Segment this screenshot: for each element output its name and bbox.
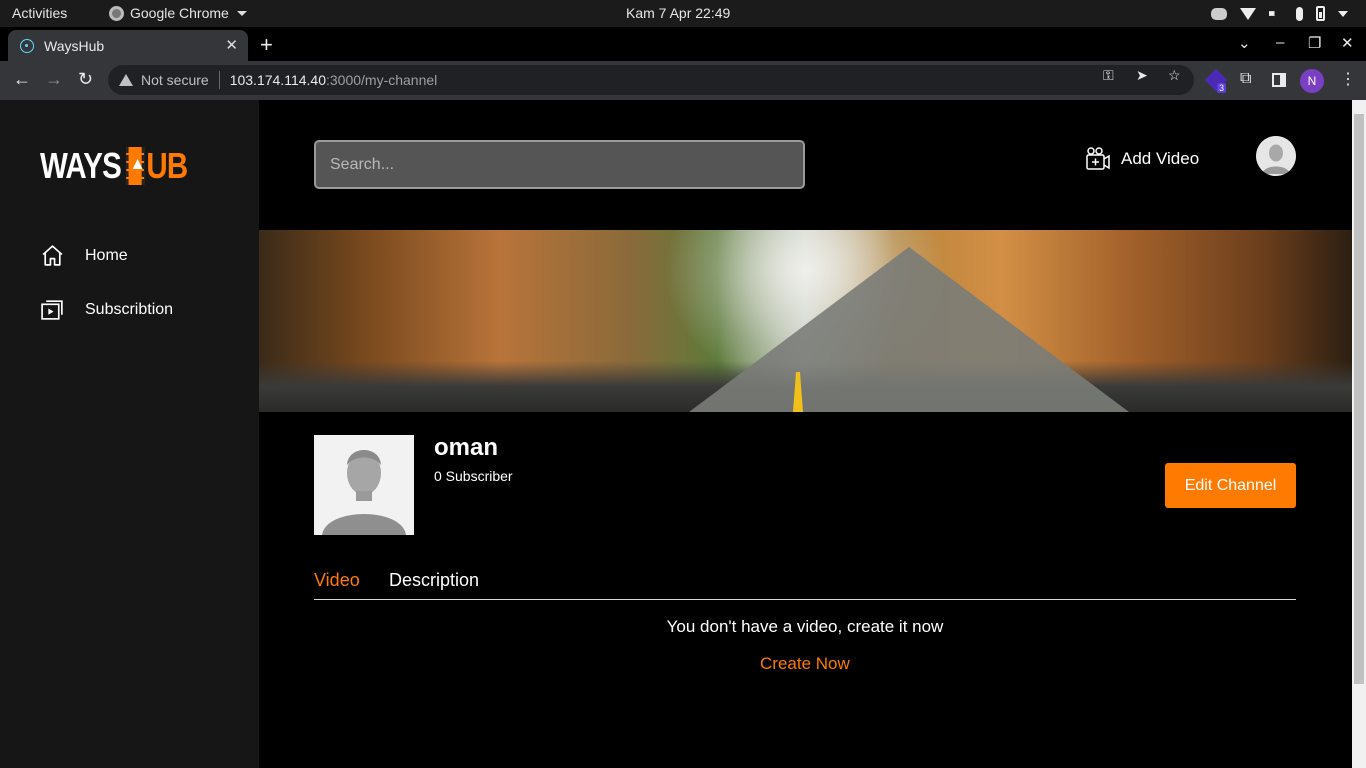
extension-badge: 3 [1217, 83, 1227, 93]
wifi-icon [1240, 7, 1256, 20]
video-camera-add-icon [1086, 147, 1110, 170]
sidebar-item-subscription[interactable]: Subscribtion [40, 297, 173, 322]
channel-banner [259, 230, 1352, 412]
app-menu[interactable]: Google Chrome [109, 5, 247, 21]
battery-icon [1316, 6, 1325, 21]
reload-icon[interactable]: ↻ [78, 69, 93, 90]
send-icon[interactable]: ➤ [1136, 67, 1148, 84]
tab-strip: WaysHub ✕ + ⌄ – ❐ ✕ [0, 27, 1366, 61]
avatar-placeholder-icon [314, 435, 414, 535]
restore-icon[interactable]: ❐ [1308, 34, 1321, 52]
browser-toolbar: ← → ↻ Not secure 103.174.114.40 :3000/my… [0, 61, 1366, 100]
sidebar-item-label: Subscribtion [85, 300, 174, 318]
url-host: 103.174.114.40 [229, 72, 326, 88]
minimize-icon[interactable]: – [1276, 34, 1284, 51]
activities-button[interactable]: Activities [12, 5, 67, 21]
logo-text-right: UB [146, 145, 188, 186]
browser-tab[interactable]: WaysHub ✕ [8, 30, 248, 61]
chevron-down-icon [236, 10, 247, 16]
discord-icon[interactable] [1211, 7, 1227, 20]
close-window-icon[interactable]: ✕ [1341, 34, 1354, 52]
react-favicon-icon [20, 38, 34, 53]
chrome-icon [109, 5, 124, 21]
banner-road [689, 247, 1129, 412]
bookmark-star-icon[interactable]: ☆ [1168, 67, 1181, 84]
header: Add Video [259, 100, 1352, 230]
warning-icon[interactable] [119, 74, 133, 86]
channel-avatar [314, 435, 414, 535]
subscription-icon [41, 300, 63, 320]
side-panel-icon[interactable] [1272, 73, 1286, 87]
search-input[interactable] [314, 140, 805, 189]
tab-title: WaysHub [44, 37, 105, 54]
channel-name: oman [434, 434, 499, 461]
more-menu-icon[interactable]: ⋮ [1340, 69, 1356, 89]
page: WAYS UB Home Subscribtion Search... Add … [0, 100, 1352, 768]
url-path: :3000/my-channel [325, 72, 438, 88]
volume-icon [1269, 7, 1279, 20]
tab-video[interactable]: Video [314, 570, 360, 591]
tab-description[interactable]: Description [389, 570, 479, 591]
add-video-label: Add Video [1121, 149, 1200, 168]
forward-icon[interactable]: → [45, 69, 63, 90]
avatar-placeholder-icon [1256, 136, 1296, 176]
system-top-bar: Activities Google Chrome Kam 7 Apr 22:49 [0, 0, 1366, 27]
microphone-icon [1296, 6, 1303, 21]
close-tab-icon[interactable]: ✕ [225, 36, 238, 54]
create-now-link[interactable]: Create Now [760, 654, 850, 674]
back-icon[interactable]: ← [13, 69, 31, 90]
sidebar: WAYS UB Home Subscribtion [0, 100, 259, 768]
home-icon [42, 245, 63, 266]
profile-avatar[interactable]: N [1300, 69, 1324, 93]
empty-state-message: You don't have a video, create it now [666, 617, 944, 636]
tab-search-icon[interactable]: ⌄ [1238, 34, 1251, 52]
system-tray[interactable] [1211, 4, 1348, 23]
new-tab-icon[interactable]: + [260, 32, 273, 58]
add-video-button[interactable]: Add Video [1085, 146, 1199, 172]
edit-channel-button[interactable]: Edit Channel [1165, 463, 1296, 508]
sidebar-item-home[interactable]: Home [40, 243, 128, 268]
tab-divider [314, 599, 1296, 600]
logo-text-left: WAYS [40, 145, 122, 186]
clock[interactable]: Kam 7 Apr 22:49 [626, 5, 730, 21]
divider [218, 71, 220, 89]
sidebar-item-label: Home [85, 246, 128, 264]
subscriber-count: 0 Subscriber [434, 468, 513, 484]
puzzle-icon[interactable]: ⧉ [1240, 70, 1251, 88]
app-name: Google Chrome [130, 5, 229, 21]
user-avatar[interactable] [1256, 136, 1296, 176]
chevron-down-icon [1338, 10, 1348, 17]
address-bar[interactable]: Not secure 103.174.114.40 :3000/my-chann… [108, 65, 1194, 95]
security-label[interactable]: Not secure [141, 72, 209, 88]
film-strip-icon [125, 147, 144, 185]
key-icon[interactable]: ⚿ [1103, 67, 1114, 84]
scrollbar-thumb[interactable] [1354, 114, 1364, 684]
wayshub-logo[interactable]: WAYS UB [40, 145, 188, 187]
page-scrollbar[interactable] [1352, 100, 1366, 768]
